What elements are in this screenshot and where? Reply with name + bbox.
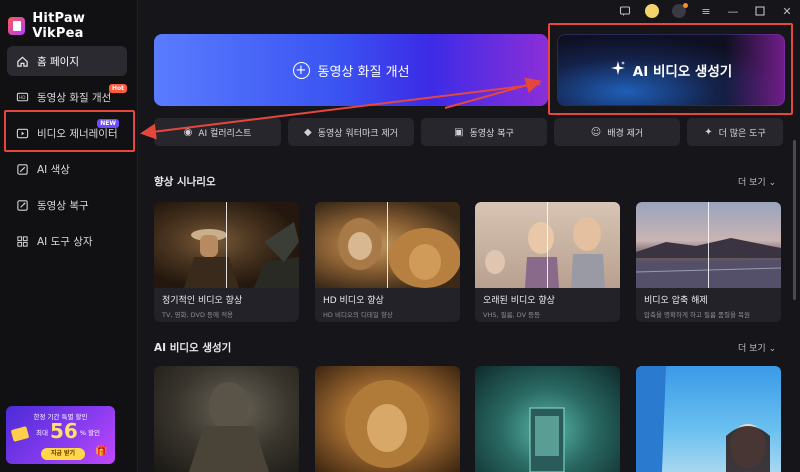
- sidebar-item-ai-toolbox[interactable]: AI 도구 상자: [7, 226, 127, 256]
- tool-background-remove[interactable]: ☺ 배경 제거: [554, 118, 680, 146]
- ai-video-card-warrior[interactable]: [154, 366, 299, 472]
- color-icon: [15, 162, 29, 176]
- ai-video-more-link[interactable]: 더 보기 ⌄: [738, 341, 776, 354]
- promo-banner[interactable]: 한정 기간 특별 할인 최대 56 % 할인 지금 받기 🎁: [6, 406, 115, 464]
- plus-circle-icon: +: [292, 61, 310, 79]
- tool-label: 동영상 워터마크 제거: [317, 128, 398, 139]
- promo-percent: %: [79, 429, 86, 437]
- chevron-down-icon: ⌄: [768, 344, 777, 354]
- ai-video-card-portrait[interactable]: [636, 366, 781, 472]
- user-avatar-icon[interactable]: [672, 3, 688, 18]
- tool-label: 더 많은 도구: [718, 128, 766, 139]
- promo-claim-button[interactable]: 지금 받기: [41, 448, 85, 460]
- sidebar-nav: 홈 페이지 HD 동영상 화질 개선 Hot 비디오 제너레이터 NEW AI …: [7, 46, 127, 262]
- tool-more[interactable]: ✦ 더 많은 도구: [687, 118, 783, 146]
- card-subtitle: HD 비디오의 디테일 향상: [323, 311, 393, 319]
- sidebar-item-label: AI 도구 상자: [37, 235, 93, 248]
- scenarios-title: 향상 시나리오: [154, 176, 216, 188]
- compare-split-line: [226, 202, 227, 288]
- promo-number: 56: [49, 419, 78, 443]
- gift-icon: 🎁: [95, 446, 108, 457]
- maximize-icon[interactable]: [753, 4, 767, 18]
- toolbox-icon: [15, 234, 29, 248]
- tool-label: 배경 제거: [607, 128, 644, 139]
- sidebar-item-ai-color[interactable]: AI 색상: [7, 154, 127, 184]
- compare-split-line: [387, 202, 388, 288]
- compare-split-line: [547, 202, 548, 288]
- palette-icon: ◉: [183, 126, 193, 138]
- promo-discount: 최대 56 % 할인: [36, 421, 100, 441]
- sidebar-item-home[interactable]: 홈 페이지: [7, 46, 127, 76]
- chevron-down-icon: ⌄: [768, 178, 777, 188]
- more-label: 더 보기: [738, 178, 766, 188]
- menu-icon[interactable]: ≡: [699, 4, 713, 18]
- tool-watermark-remove[interactable]: ◆ 동영상 워터마크 제거: [288, 118, 414, 146]
- close-icon[interactable]: ✕: [780, 4, 794, 18]
- home-icon: [15, 54, 29, 68]
- app-name: HitPaw VikPea: [32, 11, 86, 41]
- card-title: 비디오 압축 해제: [644, 296, 708, 306]
- svg-text:HD: HD: [19, 95, 25, 100]
- scrollbar[interactable]: [793, 140, 796, 300]
- card-title: HD 비디오 향상: [323, 296, 384, 306]
- tool-row: ◉ AI 컬러리스트 ◆ 동영상 워터마크 제거 ▣ 동영상 복구 ☺ 배경 제…: [154, 118, 783, 146]
- sidebar-item-label: AI 색상: [37, 163, 70, 176]
- thumbnail-regular: [154, 202, 299, 288]
- ai-video-card-phonebooth[interactable]: [475, 366, 620, 472]
- ai-video-highlight: [548, 23, 793, 115]
- tool-ai-colorist[interactable]: ◉ AI 컬러리스트: [154, 118, 281, 146]
- ai-video-section-title: AI 비디오 생성기: [154, 342, 232, 354]
- hot-badge: Hot: [108, 84, 127, 93]
- tool-label: 동영상 복구: [469, 128, 514, 139]
- app-logo-icon: [8, 17, 26, 35]
- tool-video-repair[interactable]: ▣ 동영상 복구: [421, 118, 547, 146]
- video-repair-icon: ▣: [454, 126, 464, 138]
- video-enhance-label: 동영상 화질 개선: [317, 64, 410, 80]
- sidebar-item-label: 동영상 화질 개선: [37, 91, 112, 104]
- video-generator-highlight: [4, 110, 135, 152]
- video-enhance-icon: HD: [15, 90, 29, 104]
- sparkle-icon: ✦: [704, 126, 713, 138]
- ticket-icon: [10, 426, 30, 442]
- message-icon[interactable]: [618, 4, 632, 18]
- scenarios-more-link[interactable]: 더 보기 ⌄: [738, 175, 776, 188]
- card-subtitle: 압축을 명확하게 하고 필름 품질을 복원: [644, 311, 751, 319]
- coin-icon[interactable]: [645, 4, 659, 18]
- sidebar-item-label: 홈 페이지: [37, 55, 79, 68]
- sidebar: HitPaw VikPea 홈 페이지 HD 동영상 화질 개선 Hot 비디오…: [0, 0, 138, 472]
- video-enhance-card[interactable]: + 동영상 화질 개선: [154, 34, 548, 106]
- ai-video-card-lion[interactable]: [315, 366, 460, 472]
- compare-split-line: [708, 202, 709, 288]
- background-remove-icon: ☺: [590, 126, 602, 138]
- eraser-icon: ◆: [304, 126, 312, 138]
- sidebar-item-video-repair[interactable]: 동영상 복구: [7, 190, 127, 220]
- scenario-card-regular[interactable]: 정기적인 비디오 향상 TV, 영화, DVD 등에 적용: [154, 202, 299, 322]
- scenario-card-hd[interactable]: HD 비디오 향상 HD 비디오의 디테일 향상: [315, 202, 460, 322]
- card-title: 오래된 비디오 향상: [483, 296, 555, 306]
- window-controls: ≡ — ✕: [618, 3, 794, 18]
- promo-off: 할인: [88, 429, 100, 437]
- scenario-card-decompress[interactable]: 비디오 압축 해제 압축을 명확하게 하고 필름 품질을 복원: [636, 202, 781, 322]
- thumbnail-old: [475, 202, 620, 288]
- card-subtitle: TV, 영화, DVD 등에 적용: [162, 311, 234, 319]
- brand: HitPaw VikPea: [8, 11, 137, 41]
- more-label: 더 보기: [738, 344, 766, 354]
- tool-label: AI 컬러리스트: [198, 128, 252, 139]
- thumbnail-decompress: [636, 202, 781, 288]
- thumbnail-hd: [315, 202, 460, 288]
- sidebar-item-label: 동영상 복구: [37, 199, 89, 212]
- card-title: 정기적인 비디오 향상: [162, 296, 243, 306]
- minimize-icon[interactable]: —: [726, 4, 740, 18]
- repair-icon: [15, 198, 29, 212]
- promo-max: 최대: [36, 429, 48, 437]
- sidebar-item-video-enhance[interactable]: HD 동영상 화질 개선 Hot: [7, 82, 127, 112]
- card-subtitle: VHS, 필름, DV 등등: [483, 311, 541, 319]
- scenario-card-old[interactable]: 오래된 비디오 향상 VHS, 필름, DV 등등: [475, 202, 620, 322]
